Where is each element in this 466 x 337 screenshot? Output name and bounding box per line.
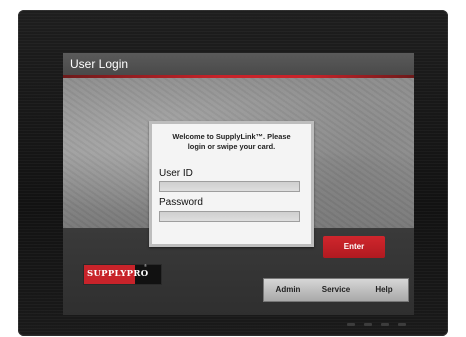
password-input[interactable]: [159, 211, 300, 222]
screen: User Login Welcome to SupplyLink™. Pleas…: [63, 53, 414, 315]
supplypro-logo: SUPPLYPRO: [83, 264, 162, 285]
enter-button[interactable]: Enter: [323, 236, 385, 258]
monitor-button-indicator: [364, 323, 372, 326]
bottom-nav: Admin Service Help: [263, 278, 409, 302]
window-title: User Login: [70, 57, 129, 71]
userid-input[interactable]: [159, 181, 300, 192]
logo-registered-mark: ®: [144, 263, 147, 268]
welcome-message: Welcome to SupplyLink™. Please login or …: [152, 132, 311, 151]
login-panel: Welcome to SupplyLink™. Please login or …: [149, 121, 314, 247]
welcome-line-1: Welcome to SupplyLink™. Please: [172, 132, 291, 141]
service-button[interactable]: Service: [312, 279, 360, 301]
title-bar: User Login: [63, 53, 414, 75]
userid-label: User ID: [159, 168, 193, 179]
logo-text: SUPPLYPRO: [87, 269, 149, 279]
welcome-line-2: login or swipe your card.: [187, 141, 276, 151]
monitor-button-indicator: [347, 323, 355, 326]
admin-button[interactable]: Admin: [264, 279, 312, 301]
password-label: Password: [159, 197, 203, 208]
monitor-button-indicator: [398, 323, 406, 326]
monitor-button-indicator: [381, 323, 389, 326]
help-button[interactable]: Help: [360, 279, 408, 301]
